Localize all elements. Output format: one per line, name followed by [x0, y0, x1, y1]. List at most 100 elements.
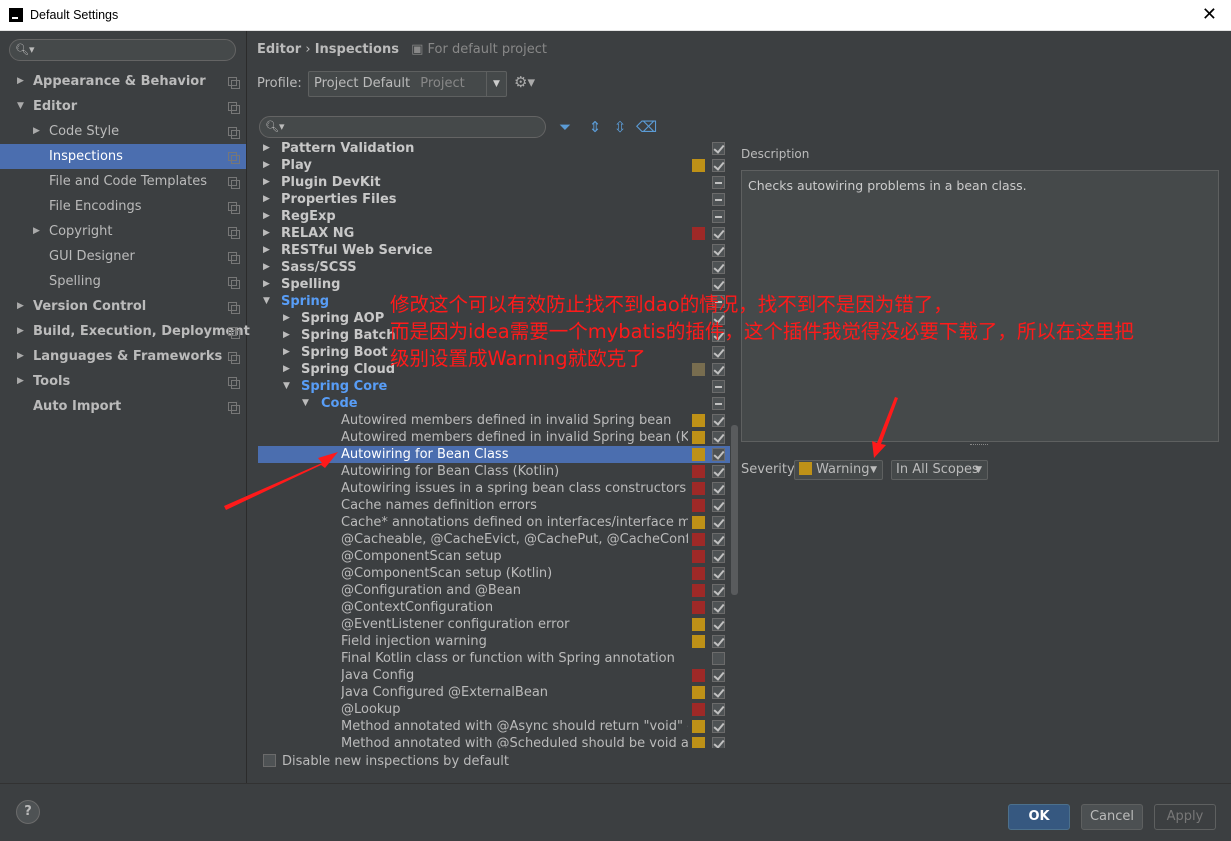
filter-icon[interactable]: ⏷	[556, 118, 574, 136]
inspection-row[interactable]: ▶ Play	[258, 157, 730, 174]
checkbox-box[interactable]	[263, 754, 276, 767]
inspection-row[interactable]: @Cacheable, @CacheEvict, @CachePut, @Cac…	[258, 531, 730, 548]
inspection-enabled-checkbox[interactable]	[712, 635, 725, 648]
chevron-down-icon[interactable]: ▼	[263, 293, 270, 310]
chevron-right-icon[interactable]: ▶	[283, 361, 290, 378]
chevron-right-icon[interactable]: ▶	[33, 119, 40, 144]
breadcrumb-editor[interactable]: Editor	[257, 42, 301, 57]
inspection-enabled-checkbox[interactable]	[712, 652, 725, 665]
inspection-row[interactable]: @ComponentScan setup (Kotlin)	[258, 565, 730, 582]
chevron-right-icon[interactable]: ▶	[263, 191, 270, 208]
inspection-enabled-checkbox[interactable]	[712, 176, 725, 189]
inspection-row[interactable]: @Lookup	[258, 701, 730, 718]
profile-dropdown[interactable]: Project Default Project ▼	[308, 71, 507, 97]
inspection-row[interactable]: ▼ Spring Core	[258, 378, 730, 395]
reset-icon[interactable]: ⌫	[636, 118, 657, 136]
inspection-enabled-checkbox[interactable]	[712, 142, 725, 155]
chevron-right-icon[interactable]: ▶	[17, 294, 24, 319]
inspection-enabled-checkbox[interactable]	[712, 193, 725, 206]
inspection-enabled-checkbox[interactable]	[712, 618, 725, 631]
inspection-enabled-checkbox[interactable]	[712, 261, 725, 274]
sidebar-item[interactable]: Spelling	[0, 269, 246, 294]
inspections-scrollbar[interactable]	[731, 425, 738, 595]
inspection-enabled-checkbox[interactable]	[712, 465, 725, 478]
sidebar-item[interactable]: ▶ Languages & Frameworks	[0, 344, 246, 369]
inspection-row[interactable]: ▶ RegExp	[258, 208, 730, 225]
inspection-enabled-checkbox[interactable]	[712, 567, 725, 580]
chevron-down-icon[interactable]: ▼	[486, 72, 506, 96]
inspection-row[interactable]: ▼ Code	[258, 395, 730, 412]
settings-search-input[interactable]: 🔍︎▾	[9, 39, 236, 61]
inspection-row[interactable]: @ContextConfiguration	[258, 599, 730, 616]
expand-all-icon[interactable]: ⇕	[586, 118, 604, 136]
inspection-enabled-checkbox[interactable]	[712, 159, 725, 172]
sidebar-item[interactable]: ▶ Appearance & Behavior	[0, 69, 246, 94]
inspection-row[interactable]: ▶ Pattern Validation	[258, 140, 730, 157]
inspection-enabled-checkbox[interactable]	[712, 431, 725, 444]
inspection-enabled-checkbox[interactable]	[712, 737, 725, 748]
inspection-enabled-checkbox[interactable]	[712, 448, 725, 461]
sidebar-item[interactable]: ▼ Editor	[0, 94, 246, 119]
inspection-row[interactable]: ▶ RELAX NG	[258, 225, 730, 242]
chevron-right-icon[interactable]: ▶	[263, 276, 270, 293]
cancel-button[interactable]: Cancel	[1081, 804, 1143, 830]
inspection-row[interactable]: ▶ Sass/SCSS	[258, 259, 730, 276]
sidebar-item[interactable]: File Encodings	[0, 194, 246, 219]
chevron-right-icon[interactable]: ▶	[263, 157, 270, 174]
chevron-right-icon[interactable]: ▶	[17, 319, 24, 344]
inspection-row[interactable]: @ComponentScan setup	[258, 548, 730, 565]
apply-button[interactable]: Apply	[1154, 804, 1216, 830]
disable-new-inspections-checkbox[interactable]: Disable new inspections by default	[263, 754, 509, 769]
close-icon[interactable]: ✕	[1202, 4, 1217, 25]
chevron-right-icon[interactable]: ▶	[17, 69, 24, 94]
sidebar-item[interactable]: Auto Import	[0, 394, 246, 419]
sidebar-item[interactable]: ▶ Tools	[0, 369, 246, 394]
inspection-row[interactable]: ▶ RESTful Web Service	[258, 242, 730, 259]
inspection-enabled-checkbox[interactable]	[712, 414, 725, 427]
inspection-enabled-checkbox[interactable]	[712, 703, 725, 716]
inspection-enabled-checkbox[interactable]	[712, 669, 725, 682]
inspection-row[interactable]: @Configuration and @Bean	[258, 582, 730, 599]
chevron-right-icon[interactable]: ▶	[263, 259, 270, 276]
inspection-enabled-checkbox[interactable]	[712, 227, 725, 240]
inspection-row[interactable]: Field injection warning	[258, 633, 730, 650]
gear-icon[interactable]: ⚙▾	[514, 73, 535, 91]
inspection-row[interactable]: ▶ Plugin DevKit	[258, 174, 730, 191]
chevron-right-icon[interactable]: ▶	[33, 219, 40, 244]
inspection-row[interactable]: Autowiring issues in a spring bean class…	[258, 480, 730, 497]
inspection-enabled-checkbox[interactable]	[712, 244, 725, 257]
help-button[interactable]: ?	[16, 800, 40, 824]
inspection-row[interactable]: @EventListener configuration error	[258, 616, 730, 633]
inspection-enabled-checkbox[interactable]	[712, 686, 725, 699]
sidebar-item[interactable]: ▶ Build, Execution, Deployment	[0, 319, 250, 344]
chevron-right-icon[interactable]: ▶	[283, 327, 290, 344]
severity-dropdown[interactable]: Warning ▼	[794, 460, 883, 480]
chevron-right-icon[interactable]: ▶	[17, 344, 24, 369]
chevron-down-icon[interactable]: ▼	[17, 94, 24, 119]
inspection-search-input[interactable]: 🔍︎▾	[259, 116, 546, 138]
inspection-row[interactable]: Final Kotlin class or function with Spri…	[258, 650, 730, 667]
inspection-enabled-checkbox[interactable]	[712, 550, 725, 563]
inspection-enabled-checkbox[interactable]	[712, 278, 725, 291]
inspection-enabled-checkbox[interactable]	[712, 210, 725, 223]
inspection-enabled-checkbox[interactable]	[712, 601, 725, 614]
inspection-row[interactable]: Java Configured @ExternalBean	[258, 684, 730, 701]
inspection-row[interactable]: Method annotated with @Async should retu…	[258, 718, 730, 735]
ok-button[interactable]: OK	[1008, 804, 1070, 830]
chevron-down-icon[interactable]: ▼	[302, 395, 309, 412]
inspection-enabled-checkbox[interactable]	[712, 516, 725, 529]
inspection-row[interactable]: Autowired members defined in invalid Spr…	[258, 429, 730, 446]
inspection-row[interactable]: Autowiring for Bean Class	[258, 446, 730, 463]
inspection-row[interactable]: Cache names definition errors	[258, 497, 730, 514]
inspection-enabled-checkbox[interactable]	[712, 499, 725, 512]
inspection-row[interactable]: Java Config	[258, 667, 730, 684]
inspection-enabled-checkbox[interactable]	[712, 533, 725, 546]
chevron-right-icon[interactable]: ▶	[263, 225, 270, 242]
chevron-right-icon[interactable]: ▶	[263, 140, 270, 157]
inspection-enabled-checkbox[interactable]	[712, 720, 725, 733]
chevron-right-icon[interactable]: ▶	[283, 310, 290, 327]
chevron-right-icon[interactable]: ▶	[263, 242, 270, 259]
inspection-enabled-checkbox[interactable]	[712, 482, 725, 495]
scope-dropdown[interactable]: In All Scopes ▼	[891, 460, 988, 480]
inspection-enabled-checkbox[interactable]	[712, 397, 725, 410]
